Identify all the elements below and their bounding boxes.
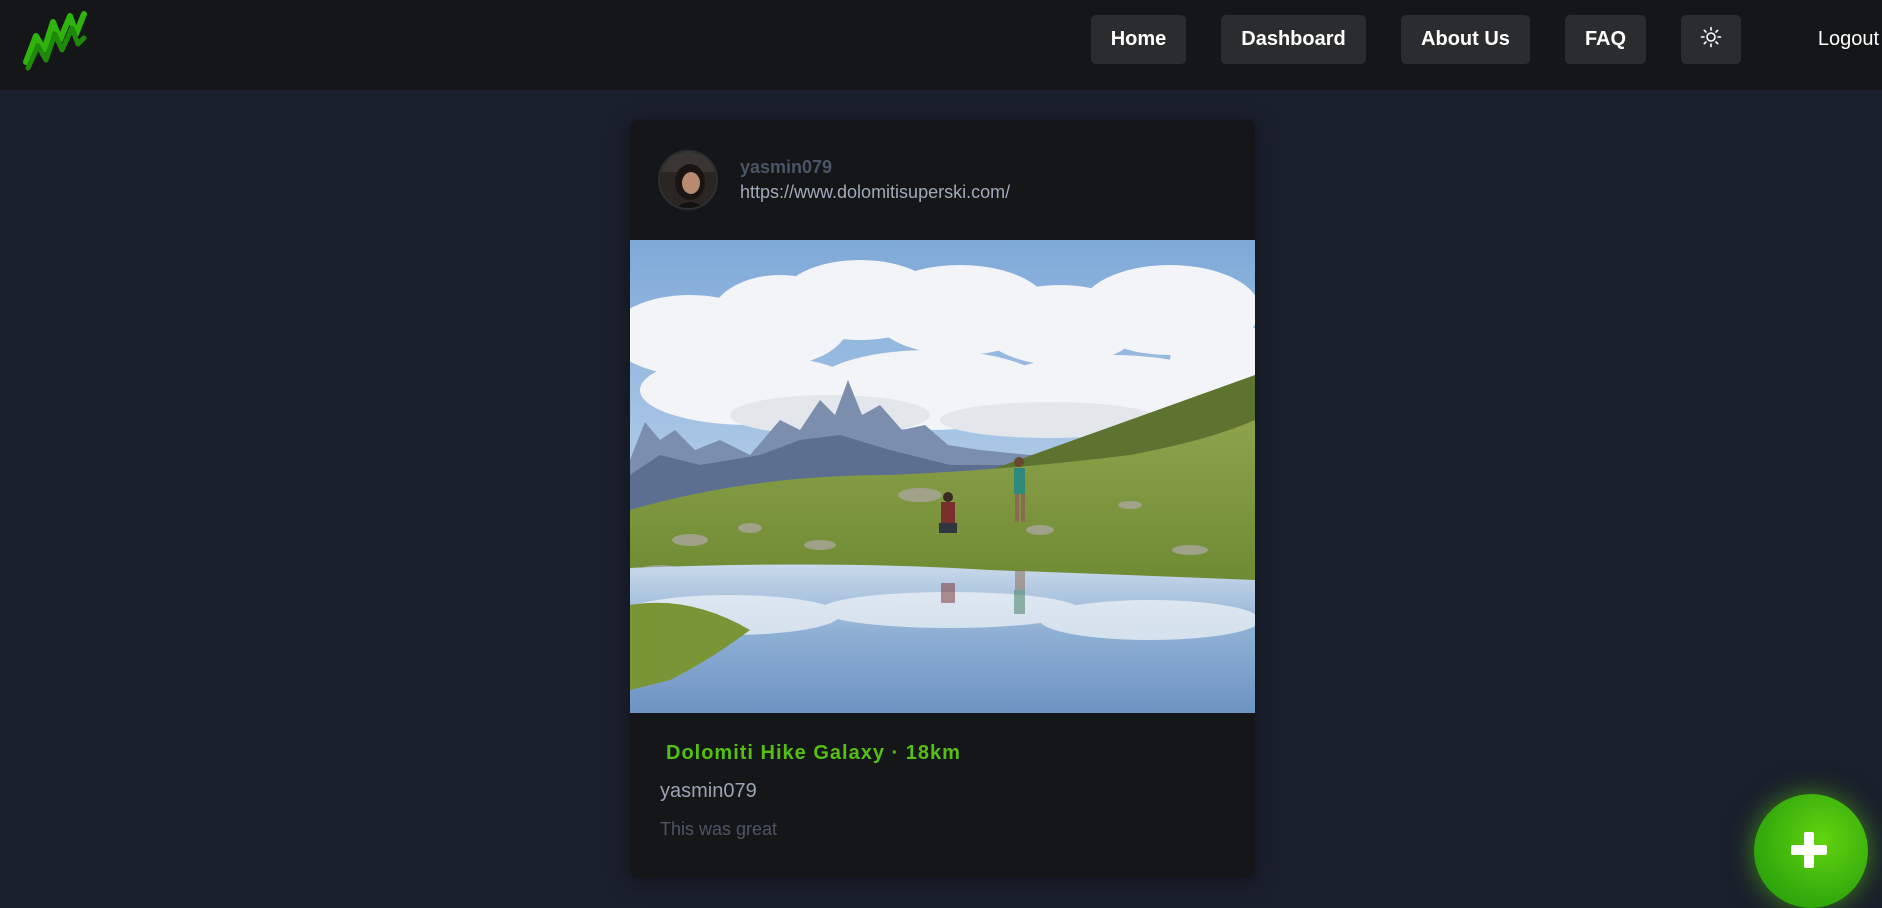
nav-home-label: Home: [1110, 28, 1167, 50]
top-navbar: Home Dashboard About Us FAQ Logout: [0, 0, 1882, 90]
logout-button[interactable]: Logout: [1795, 15, 1879, 64]
post-image: [630, 240, 1255, 713]
nav-faq-button[interactable]: FAQ: [1565, 15, 1646, 64]
nav-about-us-label: About Us: [1421, 28, 1510, 50]
nav-about-us-button[interactable]: About Us: [1401, 15, 1530, 64]
author-username[interactable]: yasmin079: [740, 157, 832, 178]
plus-icon: [1791, 832, 1827, 868]
add-post-button[interactable]: [1754, 794, 1868, 908]
logout-label: Logout: [1817, 28, 1879, 50]
post-card: yasmin079 https://www.dolomitisuperski.c…: [630, 120, 1255, 878]
nav-dashboard-button[interactable]: Dashboard: [1221, 15, 1366, 64]
nav-dashboard-label: Dashboard: [1241, 28, 1346, 50]
theme-toggle-button[interactable]: [1681, 15, 1741, 64]
author-link[interactable]: https://www.dolomitisuperski.com/: [740, 182, 1010, 203]
nav-home-button[interactable]: Home: [1091, 15, 1186, 64]
avatar[interactable]: [658, 150, 718, 210]
mountain-logo-icon[interactable]: [22, 10, 88, 72]
nav-faq-label: FAQ: [1584, 28, 1627, 50]
sun-icon: [1700, 26, 1722, 54]
post-description: This was great: [660, 819, 778, 839]
post-username: yasmin079: [660, 780, 757, 802]
post-title[interactable]: Dolomiti Hike Galaxy · 18km: [666, 742, 961, 765]
